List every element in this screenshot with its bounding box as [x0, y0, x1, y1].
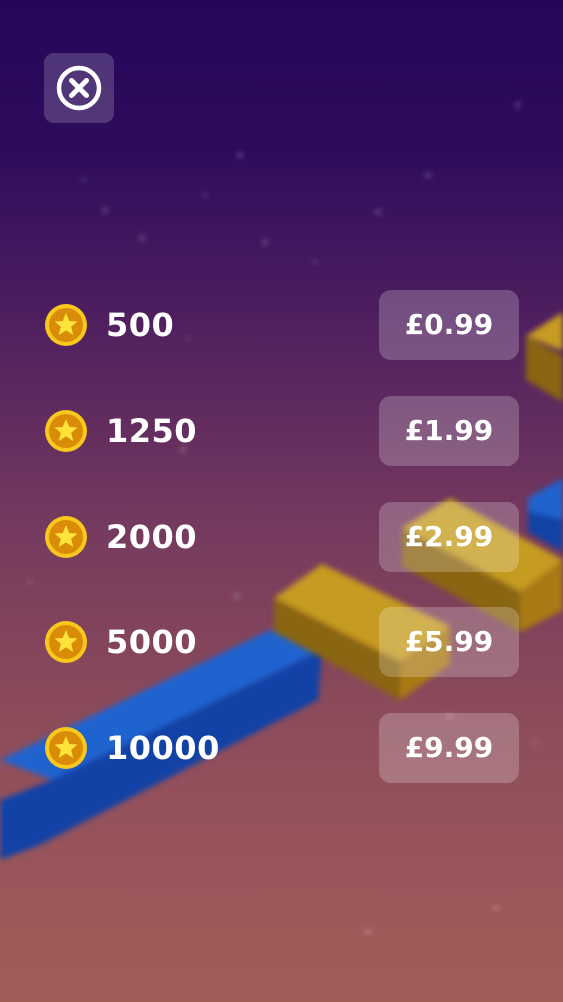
star-coin-icon	[45, 727, 87, 769]
buy-button-1[interactable]: £1.99	[379, 396, 519, 466]
buy-button-2[interactable]: £2.99	[379, 502, 519, 572]
star-coin-icon	[45, 304, 87, 346]
offer-row-1250: 1250 £1.99	[0, 396, 563, 466]
star-coin-icon	[45, 410, 87, 452]
star-coin-icon	[45, 516, 87, 558]
coin-amount: 2000	[106, 518, 198, 556]
close-circle-icon	[56, 65, 102, 111]
offer-row-500: 500 £0.99	[0, 290, 563, 360]
close-button[interactable]	[44, 53, 114, 123]
offer-row-10000: 10000 £9.99	[0, 713, 563, 783]
coin-amount: 5000	[106, 623, 198, 661]
offer-row-2000: 2000 £2.99	[0, 502, 563, 572]
coin-amount: 10000	[106, 729, 220, 767]
coin-amount: 1250	[106, 412, 198, 450]
buy-button-3[interactable]: £5.99	[379, 607, 519, 677]
buy-button-0[interactable]: £0.99	[379, 290, 519, 360]
offer-row-5000: 5000 £5.99	[0, 607, 563, 677]
star-coin-icon	[45, 621, 87, 663]
buy-button-4[interactable]: £9.99	[379, 713, 519, 783]
coin-amount: 500	[106, 306, 175, 344]
blurred-game-scene	[0, 102, 563, 935]
